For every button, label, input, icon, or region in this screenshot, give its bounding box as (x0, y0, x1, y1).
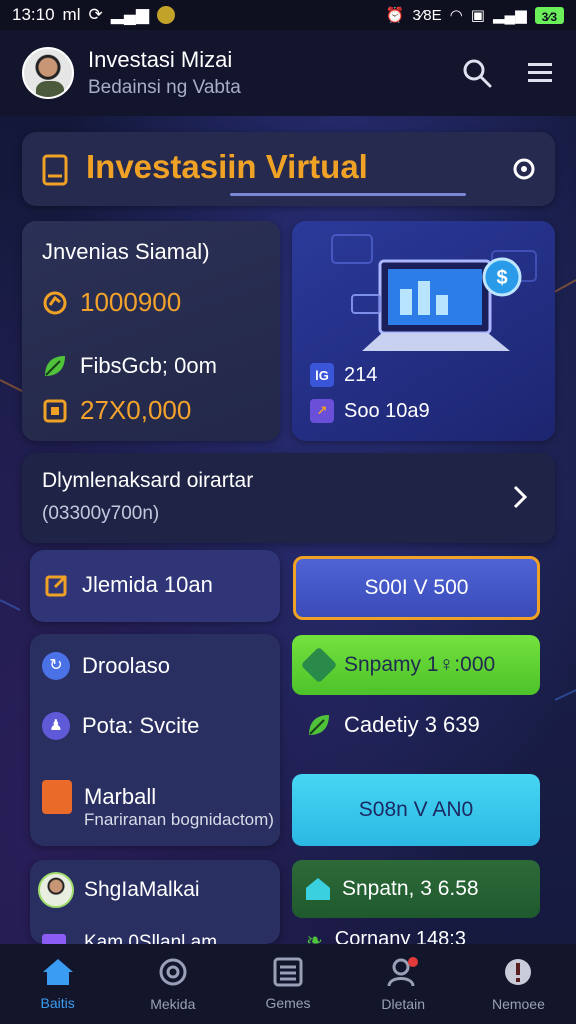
refresh-icon: ↻ (42, 652, 70, 680)
company-row: Cadetiy 3 639 (306, 712, 480, 738)
user-card-cut-text: Kam 0Sllanl am (84, 932, 218, 944)
battery-indicator: 3⁄3 (534, 6, 564, 24)
search-icon[interactable] (462, 58, 492, 88)
leaf-icon (309, 715, 329, 735)
profit-row: FibsGcb; 0om (42, 353, 217, 379)
status-bar: 13:10 ml ⟳ ▂▄▆ ⏰ 3⁄8E ◠ ▣ ▂▄▆ 3⁄3 (0, 0, 576, 30)
total-value: 27X0,000 (80, 395, 192, 425)
cube-icon (300, 646, 338, 684)
nav-label-home: Baitis (40, 995, 75, 1011)
svg-text:$: $ (496, 267, 507, 289)
alarm-icon: ⏰ (385, 7, 405, 24)
nav-label-dletain: Dletain (381, 996, 425, 1012)
laptop-illustration: $ (331, 234, 537, 351)
menu-icon[interactable] (526, 61, 554, 85)
app-header: Investasi Mizai Bedainsi ng Vabta (0, 30, 576, 116)
nav-item-dletain[interactable]: Dletain (346, 944, 461, 1024)
notification-icon (156, 6, 175, 24)
menu-item-3-label: Marball (84, 784, 157, 809)
banner-underline (230, 193, 466, 196)
balance-card: Jnvenias Siamal) 1000900 FibsGcb; 0om 27… (22, 221, 280, 441)
home-small-icon (306, 878, 330, 900)
home-icon (42, 959, 73, 985)
status-time: 13:10 (12, 5, 55, 24)
balance-value: 1000900 (80, 287, 182, 317)
chevron-right-icon[interactable] (513, 485, 527, 509)
balance-label: Jnvenias Siamal) (42, 239, 210, 264)
nav-item-nemoee[interactable]: Nemoee (461, 944, 576, 1024)
wifi-icon: ◠ (449, 7, 463, 24)
menu-item-3-subtitle: Fnariranan bognidactom) (84, 810, 274, 829)
menu-item-pota-svcite[interactable]: ♟ Pota: Svcite (42, 712, 199, 740)
nav-label-nemoee: Nemoee (491, 996, 545, 1012)
sync-icon: ⟳ (88, 5, 103, 24)
summary-title: Dlymlenaksard oirartar (42, 469, 254, 492)
settings-icon[interactable] (511, 156, 537, 182)
signal-bars-icon: ▂▄▆ (110, 5, 149, 24)
tag-2-value: Soo 10a9 (344, 399, 430, 422)
total-row: 27X0,000 (42, 395, 191, 426)
avatar[interactable] (22, 47, 74, 99)
menu-item-droolaso[interactable]: ↻ Droolaso (42, 652, 170, 680)
laptop-tag-2: ↗ Soo 10a9 (310, 399, 430, 423)
profit-text: FibsGcb; 0om (80, 353, 217, 378)
bottom-navigation: Baitis Mekida Gemes Dletain Nemoee (0, 944, 576, 1024)
dark-green-action-button[interactable]: Snpatn, 3 6.58 (292, 860, 540, 918)
company-label: Cadetiy 3 639 (344, 712, 480, 737)
person-icon: ♟ (42, 712, 70, 740)
dashboard-summary-card[interactable]: Dlymlenaksard oirartar (03300y700n) (22, 453, 555, 543)
tag-1-value: 214 (344, 363, 378, 386)
options-menu: ↻ Droolaso ♟ Pota: Svcite Marball Fnarir… (30, 634, 280, 846)
user-name: ShgIaMalkai (84, 878, 200, 901)
wallet-icon (42, 154, 68, 186)
list-icon (273, 957, 303, 987)
chart-icon: ↗ (310, 399, 334, 423)
balance-row: 1000900 (42, 287, 181, 318)
nfc-icon: ▣ (470, 7, 485, 24)
laptop-tag-1: lG 214 (310, 363, 377, 387)
nav-item-gemes[interactable]: Gemes (230, 944, 345, 1024)
tag-badge: lG (310, 363, 334, 387)
edit-icon (45, 574, 68, 597)
user-avatar (38, 872, 74, 908)
dark-green-button-label: Snpatn, 3 6.58 (342, 877, 479, 900)
menu-item-marball[interactable]: Marball (42, 780, 156, 814)
nav-item-mekida[interactable]: Mekida (115, 944, 230, 1024)
header-names: Investasi Mizai Bedainsi ng Vabta (88, 47, 241, 99)
cyan-action-button[interactable]: S08n V AN0 (292, 774, 540, 846)
investment-illustration-card[interactable]: $ lG 214 ↗ Soo 10a9 (292, 221, 555, 441)
header-title: Investasi Mizai (88, 47, 233, 72)
tag-icon (42, 934, 66, 944)
banner-title: Investasiin Virtual (86, 148, 368, 185)
status-right-text: 3⁄8E (412, 6, 442, 24)
alert-icon (505, 959, 532, 985)
profile-icon (387, 957, 419, 987)
primary-action-button[interactable]: S00I V 500 (293, 556, 540, 620)
menu-item-2-label: Pota: Svcite (82, 713, 200, 738)
nav-label-gemes: Gemes (265, 995, 311, 1011)
cell-signal-icon: ▂▄▆ (492, 7, 527, 24)
user-card[interactable]: ShgIaMalkai Kam 0Sllanl am (30, 860, 280, 944)
box-icon (43, 399, 67, 422)
coin-icon (43, 291, 67, 314)
target-icon (159, 958, 187, 986)
task-label: Jlemida 10an (82, 572, 213, 597)
clipboard-icon (42, 780, 72, 814)
status-signal-text: ml (62, 5, 81, 24)
green-button-label: Snpamy 1♀:000 (344, 653, 496, 676)
leaf-icon (45, 356, 65, 376)
summary-subtitle: (03300y700n) (42, 503, 160, 524)
green-action-button[interactable]: Snpamy 1♀:000 (292, 635, 540, 695)
header-subtitle: Bedainsi ng Vabta (88, 77, 241, 98)
nav-item-home[interactable]: Baitis (0, 944, 115, 1024)
menu-item-1-label: Droolaso (82, 653, 171, 678)
nav-label-mekida: Mekida (150, 996, 196, 1012)
task-card[interactable]: Jlemida 10an (30, 550, 280, 622)
